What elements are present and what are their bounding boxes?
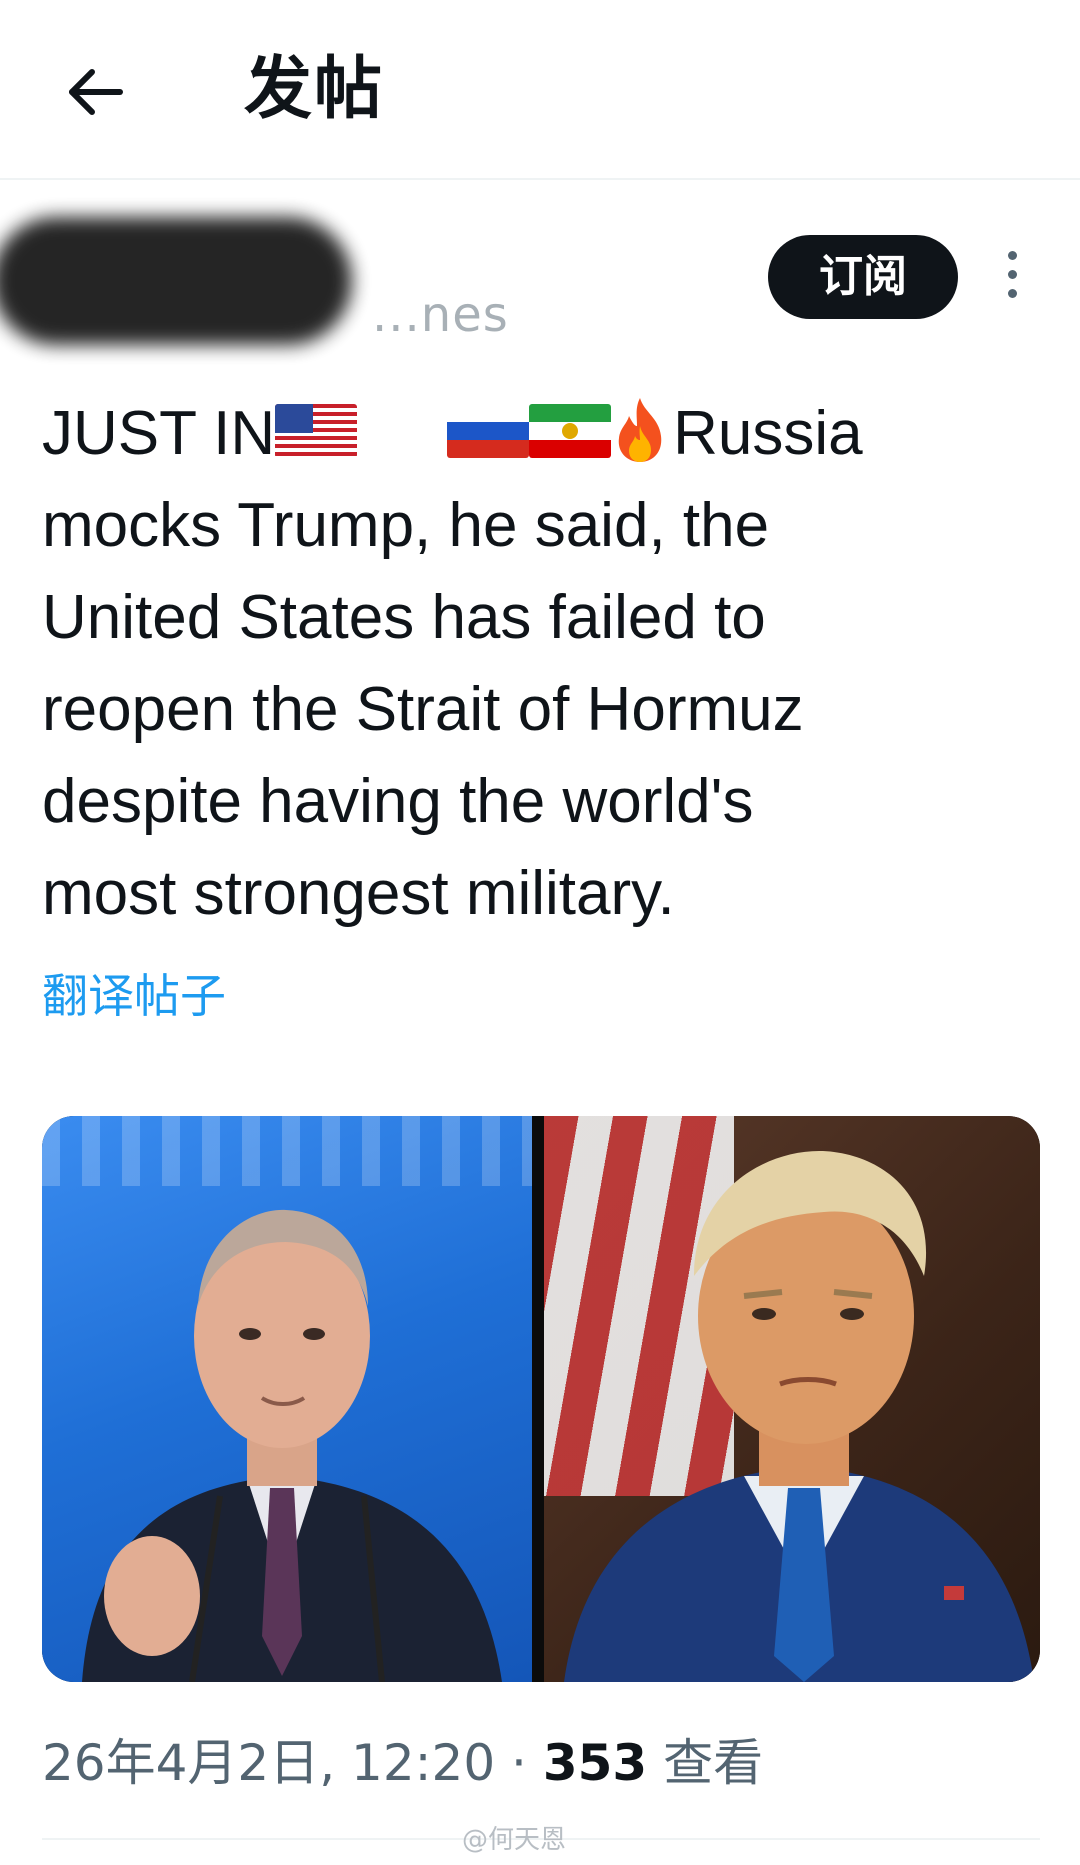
more-vertical-icon — [1007, 251, 1017, 260]
author-handle[interactable]: ...nes — [372, 285, 509, 345]
more-options-button[interactable] — [990, 245, 1034, 309]
post-line-5: despite having the world's — [42, 767, 754, 836]
post-line-4: reopen the Strait of Hormuz — [42, 675, 804, 744]
post-line-2: mocks Trump, he said, the — [42, 491, 770, 560]
watermark: @何天恩 — [462, 1825, 567, 1855]
top-bar: 发帖 — [0, 0, 1080, 180]
post-meta: 26年4月2日, 12:20 · 353 查看 — [42, 1730, 763, 1796]
views-label[interactable]: 查看 — [663, 1734, 763, 1792]
trump-photo[interactable] — [544, 1116, 1040, 1682]
post-line-6: most strongest military. — [42, 859, 675, 928]
subscribe-button[interactable]: 订阅 — [768, 235, 958, 319]
page-title: 发帖 — [244, 50, 385, 129]
iran-flag-icon — [529, 404, 612, 458]
post-text-segment: Russia — [673, 399, 863, 468]
russia-flag-icon — [447, 404, 530, 458]
post-text-segment: JUST IN — [42, 399, 276, 468]
more-vertical-icon-dot — [1007, 270, 1017, 279]
views-count[interactable]: 353 — [543, 1734, 647, 1792]
redacted-author-avatar[interactable] — [0, 217, 352, 345]
back-button[interactable] — [58, 52, 138, 132]
author-row: ...nes 订阅 — [0, 205, 1080, 355]
fire-icon — [618, 398, 662, 462]
post-media[interactable] — [42, 1116, 1040, 1682]
us-flag-icon — [275, 404, 358, 458]
post-line-1: JUST IN Russia — [42, 388, 1042, 480]
post-text: JUST IN Russia mocks Trump, he said, the… — [42, 388, 1042, 940]
arrow-left-icon — [69, 69, 123, 115]
meta-separator: · — [511, 1734, 527, 1792]
media-divider — [532, 1116, 544, 1682]
post-line-3: United States has failed to — [42, 583, 766, 652]
more-vertical-icon-dot — [1007, 289, 1017, 298]
putin-photo[interactable] — [42, 1116, 532, 1682]
post-timestamp: 26年4月2日, 12:20 — [42, 1734, 496, 1792]
translate-post-link[interactable]: 翻译帖子 — [42, 966, 226, 1026]
